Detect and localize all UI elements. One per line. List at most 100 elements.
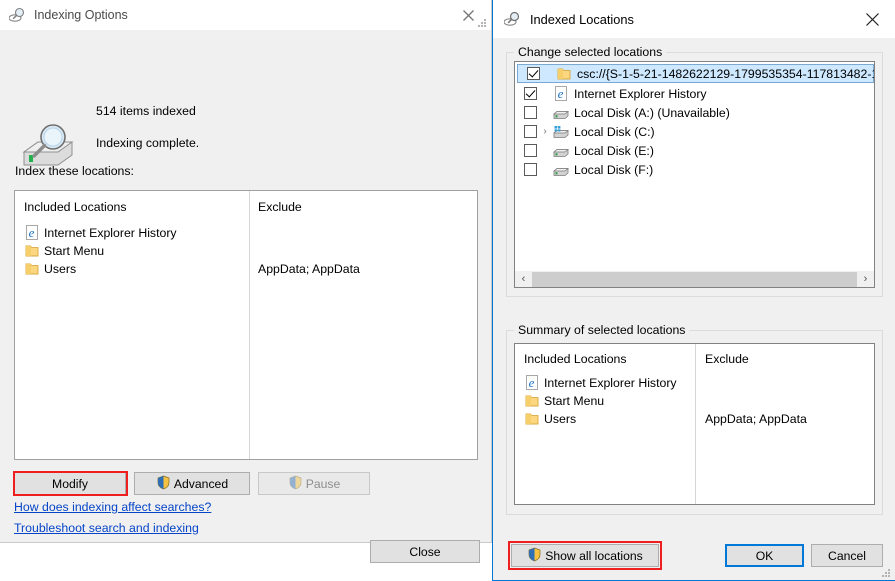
tree-item[interactable]: › Local Disk (F:) bbox=[515, 160, 874, 179]
list-item: Start Menu bbox=[524, 392, 604, 410]
folder-icon bbox=[524, 411, 540, 427]
pause-button: Pause bbox=[258, 472, 370, 495]
show-all-locations-button[interactable]: Show all locations bbox=[511, 544, 659, 567]
resize-grip[interactable] bbox=[476, 16, 488, 28]
scroll-left-icon[interactable]: ‹ bbox=[515, 272, 532, 287]
tree-item-checkbox[interactable] bbox=[524, 87, 537, 100]
pause-button-label: Pause bbox=[305, 476, 341, 491]
list-item-label: Internet Explorer History bbox=[44, 226, 177, 240]
locations-tree[interactable]: › csc://{S-1-5-21-1482622129-1799535354-… bbox=[514, 61, 875, 273]
screen: Indexing Options 514 items indexed Index… bbox=[0, 0, 895, 581]
modify-button[interactable]: Modify bbox=[14, 472, 126, 495]
column-header-exclude: Exclude bbox=[258, 200, 302, 214]
list-item-label: Start Menu bbox=[544, 394, 605, 408]
tree-item-checkbox[interactable] bbox=[524, 125, 537, 138]
scroll-right-icon[interactable]: › bbox=[857, 272, 874, 287]
svg-text:e: e bbox=[529, 375, 535, 390]
tree-item[interactable]: › csc://{S-1-5-21-1482622129-1799535354-… bbox=[517, 64, 874, 83]
right-window-title: Indexed Locations bbox=[530, 11, 634, 27]
shield-icon bbox=[288, 475, 303, 493]
tree-item[interactable]: › e Internet Explorer History bbox=[515, 84, 874, 103]
svg-text:e: e bbox=[29, 225, 35, 240]
indexing-affect-searches-link[interactable]: How does indexing affect searches? bbox=[14, 500, 211, 514]
list-item[interactable]: Users bbox=[24, 260, 76, 278]
tree-horizontal-scrollbar[interactable]: ‹ › bbox=[514, 271, 875, 288]
tree-item-checkbox[interactable] bbox=[524, 106, 537, 119]
summary-of-selected-locations-group: Summary of selected locations Included L… bbox=[506, 323, 883, 515]
indexing-options-icon bbox=[8, 6, 27, 24]
tree-item[interactable]: › Local Disk (E:) bbox=[515, 141, 874, 160]
list-item[interactable]: e Internet Explorer History bbox=[24, 224, 177, 242]
tree-item-checkbox[interactable] bbox=[524, 163, 537, 176]
troubleshoot-search-link[interactable]: Troubleshoot search and indexing bbox=[14, 521, 199, 535]
close-button[interactable]: Close bbox=[370, 540, 480, 563]
chevron-right-icon[interactable]: › bbox=[539, 126, 551, 137]
summary-group-title: Summary of selected locations bbox=[514, 323, 690, 337]
windows-drive-icon bbox=[552, 124, 570, 140]
chevron-right-icon: › bbox=[539, 145, 551, 156]
internet-explorer-icon: e bbox=[24, 225, 40, 241]
summary-header-included: Included Locations bbox=[524, 352, 627, 366]
resize-grip[interactable] bbox=[880, 566, 892, 578]
chevron-right-icon: › bbox=[539, 164, 551, 175]
advanced-button[interactable]: Advanced bbox=[134, 472, 250, 495]
items-indexed-count: 514 items indexed bbox=[96, 104, 196, 118]
chevron-right-icon: › bbox=[539, 107, 551, 118]
chevron-right-icon: › bbox=[539, 88, 551, 99]
indexing-status: 514 items indexed Indexing complete. bbox=[0, 62, 490, 166]
tree-item-label: Internet Explorer History bbox=[574, 86, 707, 101]
list-item-label: Internet Explorer History bbox=[544, 376, 677, 390]
list-item-exclude: AppData; AppData bbox=[258, 262, 360, 276]
indexing-status-message: Indexing complete. bbox=[96, 136, 200, 150]
tree-item-label: Local Disk (A:) (Unavailable) bbox=[574, 105, 730, 120]
tree-item-checkbox[interactable] bbox=[524, 144, 537, 157]
index-locations-label: Index these locations: bbox=[15, 164, 134, 178]
svg-text:e: e bbox=[558, 86, 564, 101]
modify-button-label: Modify bbox=[52, 476, 88, 491]
column-header-included: Included Locations bbox=[24, 200, 127, 214]
ok-button[interactable]: OK bbox=[725, 544, 804, 567]
list-column-divider bbox=[249, 191, 250, 459]
advanced-button-label: Advanced bbox=[173, 476, 229, 491]
ok-button-label: OK bbox=[755, 548, 774, 563]
tree-item-label: Local Disk (E:) bbox=[574, 143, 654, 158]
tree-item-checkbox[interactable] bbox=[527, 67, 540, 80]
list-item-label: Users bbox=[44, 262, 77, 276]
tree-item-label: csc://{S-1-5-21-1482622129-1799535354-11… bbox=[577, 66, 875, 81]
folder-icon bbox=[556, 66, 572, 82]
indexing-options-icon bbox=[503, 10, 522, 28]
left-titlebar: Indexing Options bbox=[0, 0, 491, 30]
folder-icon bbox=[24, 243, 40, 259]
tree-item[interactable]: › Local Disk (A:) (Unavailable) bbox=[515, 103, 874, 122]
drive-icon bbox=[552, 162, 570, 178]
scrollbar-thumb[interactable] bbox=[532, 271, 857, 287]
list-item: Users bbox=[524, 410, 576, 428]
internet-explorer-icon: e bbox=[524, 375, 540, 391]
folder-icon bbox=[24, 261, 40, 277]
indexed-locations-dialog: Indexed Locations Change selected locati… bbox=[492, 0, 895, 581]
indexing-options-window: Indexing Options 514 items indexed Index… bbox=[0, 0, 492, 563]
tree-item-label: Local Disk (C:) bbox=[574, 124, 655, 139]
close-icon[interactable] bbox=[849, 0, 895, 38]
tree-item[interactable]: › Local Disk (C:) bbox=[515, 122, 874, 141]
cancel-button[interactable]: Cancel bbox=[811, 544, 883, 567]
tree-item-label: Local Disk (F:) bbox=[574, 162, 654, 177]
shield-icon bbox=[527, 547, 542, 565]
list-item[interactable]: Start Menu bbox=[24, 242, 104, 260]
folder-icon bbox=[524, 393, 540, 409]
internet-explorer-icon: e bbox=[553, 85, 569, 102]
close-button-label: Close bbox=[409, 544, 441, 559]
change-group-title: Change selected locations bbox=[514, 45, 667, 59]
cancel-button-label: Cancel bbox=[828, 548, 866, 563]
left-window-title: Indexing Options bbox=[34, 8, 128, 22]
list-item-label: Users bbox=[544, 412, 577, 426]
list-item-exclude: AppData; AppData bbox=[705, 412, 807, 426]
summary-list[interactable]: Included Locations Exclude e Internet Ex… bbox=[514, 343, 875, 505]
change-selected-locations-group: Change selected locations › csc://{S-1-5… bbox=[506, 45, 883, 297]
drive-icon bbox=[552, 105, 570, 121]
list-item-label: Start Menu bbox=[44, 244, 105, 258]
included-locations-list[interactable]: Included Locations Exclude e Internet Ex… bbox=[14, 190, 478, 460]
show-all-locations-label: Show all locations bbox=[545, 548, 643, 563]
list-item: e Internet Explorer History bbox=[524, 374, 677, 392]
right-titlebar: Indexed Locations bbox=[493, 0, 895, 38]
